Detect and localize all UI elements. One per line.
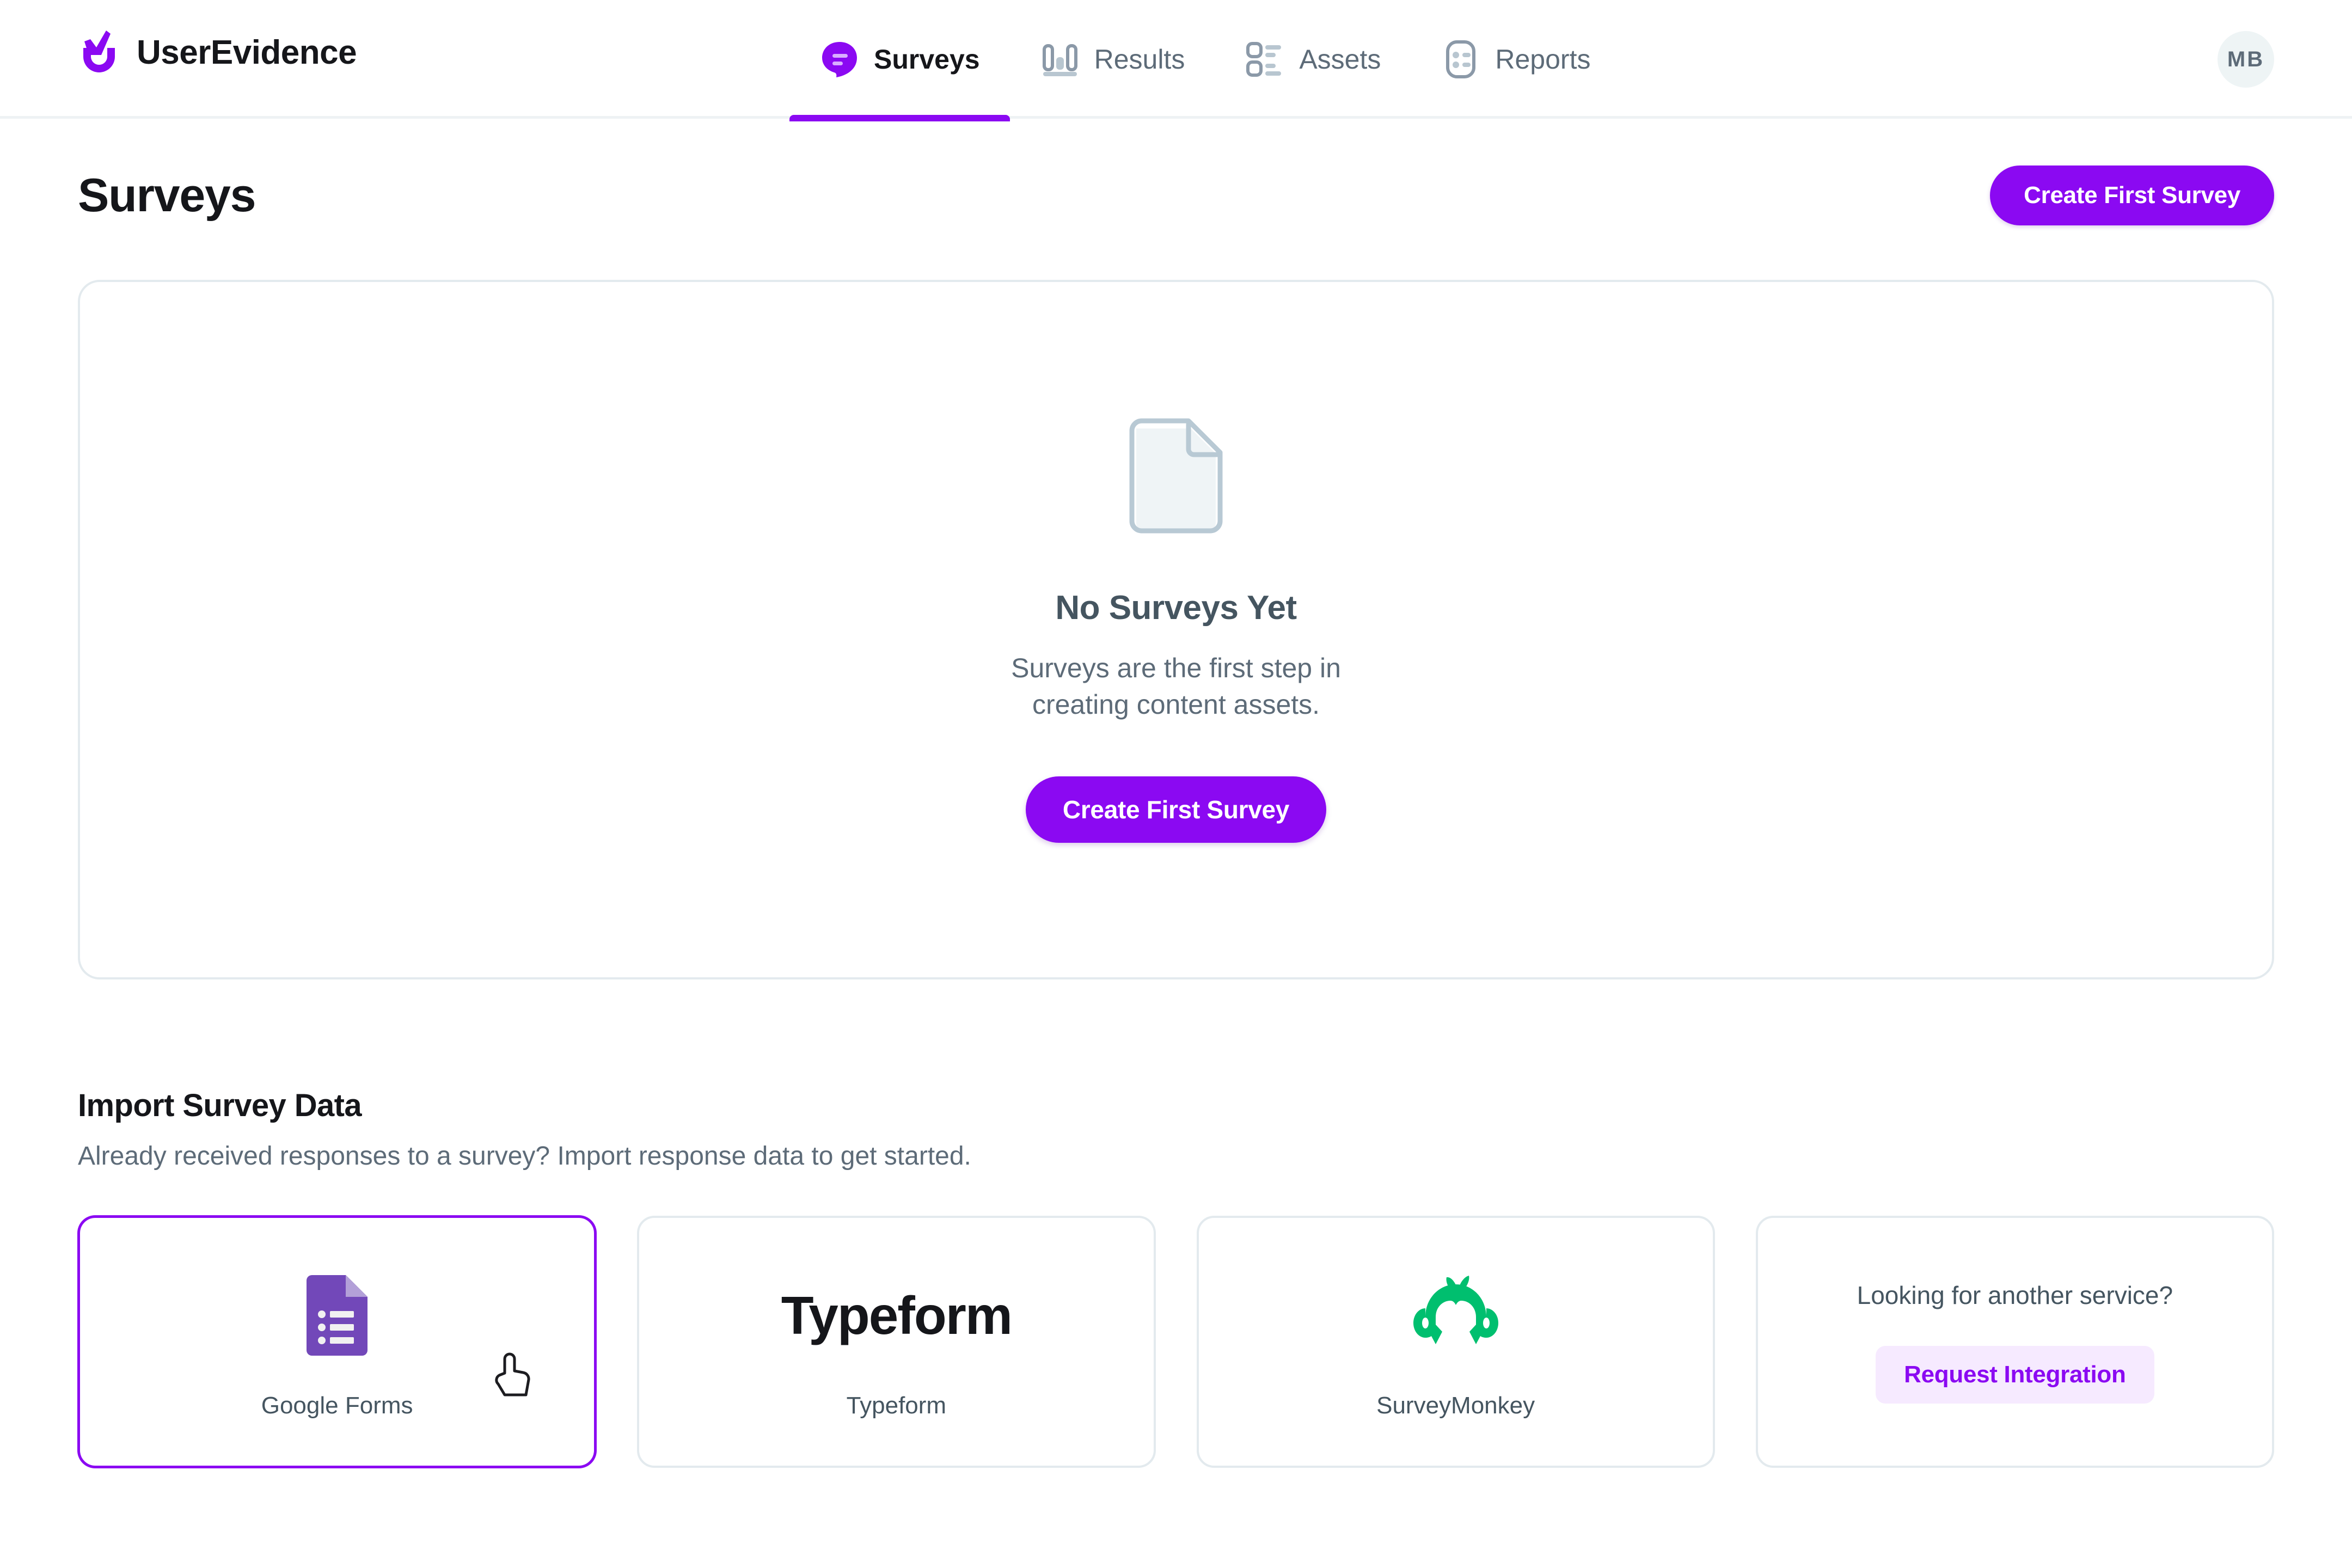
surveys-empty-state-card: No Surveys Yet Surveys are the first ste… (78, 280, 2274, 979)
empty-state-cta-wrapper: Create First Survey (1025, 776, 1327, 843)
create-first-survey-button-header[interactable]: Create First Survey (1990, 166, 2274, 225)
page-header-row: Surveys Create First Survey (78, 166, 2274, 225)
tab-results[interactable]: Results (1010, 0, 1215, 119)
document-page-icon (1129, 418, 1223, 534)
import-survey-data-section: Import Survey Data Already received resp… (78, 1087, 2274, 1468)
request-integration-button[interactable]: Request Integration (1876, 1345, 2154, 1404)
empty-state-subtitle: Surveys are the first step in creating c… (1011, 653, 1341, 720)
surveymonkey-icon (1413, 1275, 1498, 1344)
top-navigation-bar: UserEvidence Surveys Results Assets Repo… (0, 0, 2352, 121)
import-section-subtitle: Already received responses to a survey? … (78, 1142, 971, 1171)
page-title: Surveys (78, 169, 256, 222)
avatar[interactable]: MB (2218, 31, 2274, 88)
typeform-wordmark: Typeform (781, 1285, 1013, 1345)
import-card-label-typeform: Typeform (846, 1392, 947, 1419)
page-content: Surveys Create First Survey No Surveys Y… (0, 166, 2352, 1468)
import-card-typeform[interactable]: Typeform Typeform (637, 1216, 1156, 1468)
brand-name: UserEvidence (137, 34, 357, 71)
google-forms-logo-wrapper (307, 1265, 368, 1366)
surveymonkey-logo-wrapper (1412, 1265, 1500, 1366)
google-forms-icon (307, 1275, 368, 1356)
speech-bubble-icon (822, 42, 857, 77)
create-first-survey-button-empty-state[interactable]: Create First Survey (1025, 776, 1327, 843)
typeform-logo-wrapper: Typeform (781, 1265, 1013, 1366)
request-integration-question: Looking for another service? (1857, 1281, 2173, 1309)
tab-results-label: Results (1094, 44, 1185, 75)
tab-surveys-label: Surveys (874, 44, 980, 75)
import-card-surveymonkey[interactable]: SurveyMonkey (1196, 1216, 1715, 1468)
brand-logo[interactable]: UserEvidence (78, 29, 357, 76)
tab-assets[interactable]: Assets (1215, 0, 1411, 119)
tab-reports[interactable]: Reports (1411, 0, 1620, 119)
import-card-label-google-forms: Google Forms (261, 1392, 413, 1419)
bar-chart-icon (1042, 44, 1077, 76)
tab-surveys[interactable]: Surveys (789, 0, 1010, 121)
import-card-google-forms[interactable]: Google Forms (78, 1216, 597, 1468)
nav-tab-list: Surveys Results Assets Reports (789, 0, 1620, 121)
tab-assets-label: Assets (1299, 44, 1381, 75)
pointing-hand-cursor (495, 1352, 530, 1396)
report-card-icon (1446, 40, 1476, 78)
import-card-label-surveymonkey: SurveyMonkey (1376, 1392, 1535, 1419)
import-card-grid: Google Forms Typeform Typeform SurveyMon… (78, 1216, 2274, 1468)
import-card-request-integration: Looking for another service? Request Int… (1755, 1216, 2274, 1468)
empty-state-title: No Surveys Yet (1055, 589, 1297, 627)
import-section-title: Import Survey Data (78, 1088, 362, 1123)
tab-reports-label: Reports (1495, 44, 1591, 75)
checklist-icon (1246, 42, 1282, 77)
userevidence-check-logo-icon (83, 30, 115, 72)
